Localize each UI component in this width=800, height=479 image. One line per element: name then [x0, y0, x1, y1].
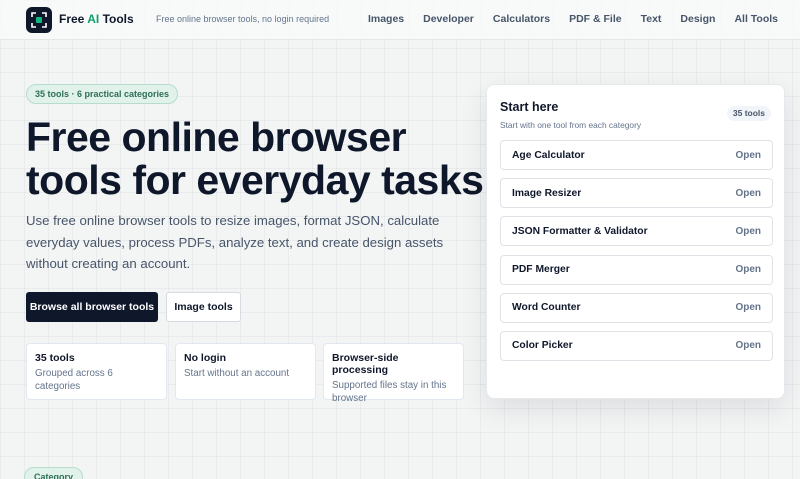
tool-name: JSON Formatter & Validator: [512, 225, 648, 237]
open-link[interactable]: Open: [735, 264, 761, 275]
card-subtitle: Start with one tool from each category: [500, 120, 642, 130]
tool-name: Color Picker: [512, 340, 573, 352]
tool-row-word-counter[interactable]: Word Counter Open: [500, 292, 773, 323]
stat-card-no-login: No login Start without an account: [175, 343, 316, 400]
main-nav: Images Developer Calculators PDF & File …: [368, 13, 778, 25]
category-pill: Category: [24, 467, 84, 479]
logo-glyph-icon: [31, 12, 47, 28]
tool-row-pdf-merger[interactable]: PDF Merger Open: [500, 254, 773, 285]
open-link[interactable]: Open: [735, 188, 761, 199]
open-link[interactable]: Open: [735, 226, 761, 237]
card-title: Start here: [500, 100, 559, 114]
open-link[interactable]: Open: [735, 302, 761, 313]
nav-pdf-file[interactable]: PDF & File: [569, 13, 622, 25]
open-link[interactable]: Open: [735, 340, 761, 351]
tool-row-image-resizer[interactable]: Image Resizer Open: [500, 178, 773, 209]
start-here-card: Start here Start with one tool from each…: [486, 84, 785, 399]
nav-all-tools[interactable]: All Tools: [734, 13, 778, 25]
tool-name: Age Calculator: [512, 149, 585, 161]
header-tagline: Free online browser tools, no login requ…: [156, 14, 330, 24]
hero-description: Use free online browser tools to resize …: [26, 213, 444, 271]
stat-title: Browser-side processing: [332, 352, 399, 376]
tool-row-age-calculator[interactable]: Age Calculator Open: [500, 140, 773, 170]
browse-all-tools-button[interactable]: Browse all browser tools: [26, 292, 158, 322]
nav-calculators[interactable]: Calculators: [493, 13, 550, 25]
tool-row-color-picker[interactable]: Color Picker Open: [500, 330, 773, 361]
nav-developer[interactable]: Developer: [423, 13, 474, 25]
stat-title: 35 tools: [35, 352, 75, 364]
tool-row-json-formatter[interactable]: JSON Formatter & Validator Open: [500, 216, 773, 247]
brand-suffix: Tools: [99, 12, 134, 26]
tool-name: Word Counter: [512, 302, 581, 314]
hero-title: Free online browser tools for everyday t…: [26, 114, 484, 203]
open-link[interactable]: Open: [735, 150, 761, 161]
brand-accent: AI: [87, 12, 100, 26]
site-header: Free AI Tools Free online browser tools,…: [0, 0, 800, 40]
brand-prefix: Free: [59, 12, 88, 26]
tool-name: Image Resizer: [512, 187, 582, 199]
stat-subtitle: Grouped across 6 categories: [35, 368, 113, 392]
stat-subtitle: Supported files stay in this browser: [332, 380, 447, 404]
image-tools-button[interactable]: Image tools: [166, 292, 241, 322]
stat-card-browser-processing: Browser-side processing Supported files …: [323, 343, 464, 404]
stat-card-tools: 35 tools Grouped across 6 categories: [26, 343, 167, 400]
nav-images[interactable]: Images: [368, 13, 404, 25]
nav-text[interactable]: Text: [641, 13, 662, 25]
tools-count-pill: 35 tools · 6 practical categories: [26, 84, 179, 104]
nav-design[interactable]: Design: [680, 13, 715, 25]
tools-count-badge: 35 tools: [726, 106, 771, 121]
tool-name: PDF Merger: [512, 264, 570, 276]
brand-name[interactable]: Free AI Tools: [59, 12, 134, 26]
tool-logo-icon[interactable]: [26, 7, 52, 33]
stat-title: No login: [184, 352, 226, 364]
stat-subtitle: Start without an account: [184, 368, 290, 379]
tool-list: Age Calculator Open Image Resizer Open J…: [500, 140, 773, 369]
